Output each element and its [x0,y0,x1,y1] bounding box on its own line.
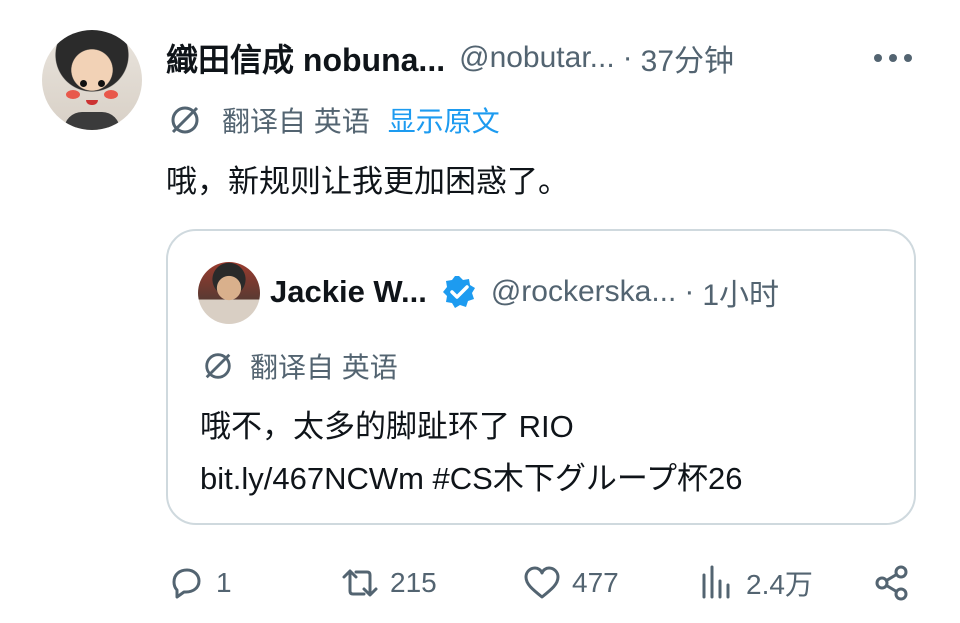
reply-button[interactable]: 1 [166,560,232,606]
views-icon [702,565,730,599]
views-button[interactable]: 2.4万 [696,560,813,606]
action-bar: 1 215 477 2.4万 [166,560,926,606]
like-button[interactable]: 477 [522,560,619,606]
quoted-tweet-text: 哦不，太多的脚趾环了 RIO [200,409,574,444]
more-dot [874,54,882,62]
retweet-count: 215 [390,567,437,598]
like-count: 477 [572,567,619,598]
reply-count: 1 [216,567,232,598]
quoted-tweet[interactable]: Jackie W... @rockerska... · 1小时 翻译自 英语 哦… [166,229,916,525]
author-handle[interactable]: @nobutar... [459,41,615,75]
author-avatar[interactable] [42,30,142,130]
more-icon[interactable] [870,38,916,78]
more-dot [889,54,897,62]
quoted-tweet-link-text[interactable]: bit.ly/467NCWm #CS木下グループ杯26 [200,453,742,498]
retweet-button[interactable]: 215 [340,560,437,606]
avatar-eye [98,80,105,87]
share-icon [875,565,908,601]
more-dot [904,54,912,62]
tweet-text: 哦，新规则让我更加困惑了。 [166,164,569,199]
show-original-link[interactable]: 显示原文 [388,100,500,140]
avatar-blush [66,90,80,99]
tweet-header: 織田信成 nobuna... @nobutar... · 37分钟 [166,36,734,80]
verified-badge-icon [442,276,475,308]
separator-dot: · [622,41,633,74]
avatar-mouth [86,100,98,105]
separator-dot: · [684,275,695,308]
quoted-translation-label: 翻译自 英语 [250,352,398,383]
reply-icon [172,568,201,599]
retweet-icon [342,569,378,597]
quoted-author-avatar[interactable] [198,262,260,324]
share-button[interactable] [872,560,912,606]
quoted-tweet-time[interactable]: 1小时 [702,270,779,314]
avatar-blush [104,90,118,99]
like-icon [524,566,560,599]
tweet-time[interactable]: 37分钟 [641,36,734,80]
translate-icon [171,106,199,134]
views-count: 2.4万 [746,569,813,600]
avatar-body [64,112,120,130]
quoted-translation-row: 翻译自 英语 [202,346,398,386]
quoted-author-name[interactable]: Jackie W... [270,274,427,310]
author-name[interactable]: 織田信成 nobuna... [166,35,445,81]
translation-label: 翻译自 英语 [222,106,370,137]
translate-icon [205,353,231,379]
quoted-tweet-header: Jackie W... @rockerska... · 1小时 [270,271,779,313]
translation-row: 翻译自 英语 显示原文 [168,100,500,140]
avatar-eye [80,80,87,87]
quoted-author-handle[interactable]: @rockerska... [491,275,677,309]
